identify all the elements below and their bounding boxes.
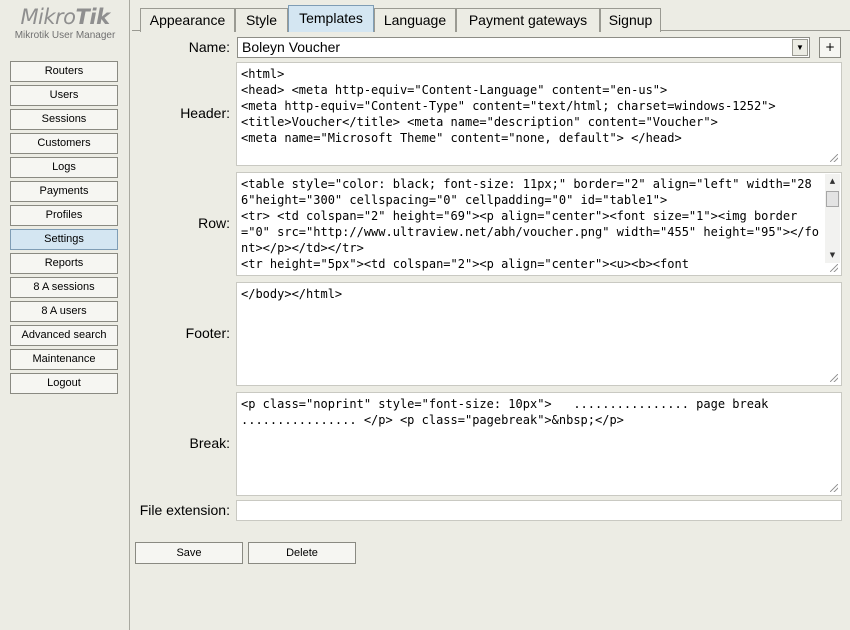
tab-appearance[interactable]: Appearance <box>140 8 235 32</box>
sidebar-item-customers[interactable]: Customers <box>10 133 118 154</box>
resize-grip-icon[interactable] <box>830 154 838 162</box>
row-label: Row: <box>198 215 230 231</box>
sidebar-item-8a-sessions[interactable]: 8 A sessions <box>10 277 118 298</box>
sidebar-item-sessions[interactable]: Sessions <box>10 109 118 130</box>
tab-style[interactable]: Style <box>235 8 288 32</box>
tab-language[interactable]: Language <box>374 8 456 32</box>
sidebar-item-routers[interactable]: Routers <box>10 61 118 82</box>
sidebar-item-settings[interactable]: Settings <box>10 229 118 250</box>
mikrotik-logo: MikroTik Mikrotik User Manager <box>13 5 117 42</box>
triangle-up-icon[interactable]: ▲ <box>825 174 840 189</box>
sidebar-item-reports[interactable]: Reports <box>10 253 118 274</box>
header-text: <html> <head> <meta http-equiv="Content-… <box>241 67 776 145</box>
chevron-down-icon[interactable]: ▼ <box>792 39 808 56</box>
file-extension-label: File extension: <box>139 502 230 518</box>
logo-subtitle: Mikrotik User Manager <box>14 30 116 41</box>
save-button[interactable]: Save <box>135 542 243 564</box>
template-name-select[interactable]: Boleyn Voucher ▼ <box>237 37 810 58</box>
resize-grip-icon[interactable] <box>830 264 838 272</box>
footer-textarea[interactable]: </body></html> <box>236 282 842 386</box>
sidebar-item-logs[interactable]: Logs <box>10 157 118 178</box>
sidebar: MikroTik Mikrotik User Manager Routers U… <box>0 0 130 630</box>
delete-button[interactable]: Delete <box>248 542 356 564</box>
header-textarea[interactable]: <html> <head> <meta http-equiv="Content-… <box>236 62 842 166</box>
footer-text: </body></html> <box>241 287 343 301</box>
sidebar-item-users[interactable]: Users <box>10 85 118 106</box>
break-textarea[interactable]: <p class="noprint" style="font-size: 10p… <box>236 392 842 496</box>
header-label: Header: <box>180 105 230 121</box>
tab-signup[interactable]: Signup <box>600 8 661 32</box>
tab-payment-gateways[interactable]: Payment gateways <box>456 8 600 32</box>
break-label: Break: <box>189 435 230 451</box>
row-textarea[interactable]: <table style="color: black; font-size: 1… <box>236 172 842 276</box>
sidebar-item-8a-users[interactable]: 8 A users <box>10 301 118 322</box>
sidebar-item-profiles[interactable]: Profiles <box>10 205 118 226</box>
scrollbar-thumb[interactable] <box>826 191 839 207</box>
tab-templates[interactable]: Templates <box>288 5 374 32</box>
name-label: Name: <box>188 39 230 55</box>
resize-grip-icon[interactable] <box>830 374 838 382</box>
triangle-down-icon[interactable]: ▼ <box>825 248 840 263</box>
logo-brand-suffix: Tik <box>75 5 111 29</box>
sidebar-item-logout[interactable]: Logout <box>10 373 118 394</box>
sidebar-item-advanced-search[interactable]: Advanced search <box>10 325 118 346</box>
break-text: <p class="noprint" style="font-size: 10p… <box>241 397 776 427</box>
row-scrollbar[interactable]: ▲ ▼ <box>825 174 840 263</box>
logo-brand-prefix: Mikro <box>20 5 76 29</box>
sidebar-item-maintenance[interactable]: Maintenance <box>10 349 118 370</box>
sidebar-item-payments[interactable]: Payments <box>10 181 118 202</box>
row-text: <table style="color: black; font-size: 1… <box>241 177 819 271</box>
footer-label: Footer: <box>185 325 230 341</box>
file-extension-input[interactable] <box>236 500 842 521</box>
template-name-value: Boleyn Voucher <box>242 39 341 55</box>
resize-grip-icon[interactable] <box>830 484 838 492</box>
add-template-button[interactable]: + <box>819 37 841 58</box>
